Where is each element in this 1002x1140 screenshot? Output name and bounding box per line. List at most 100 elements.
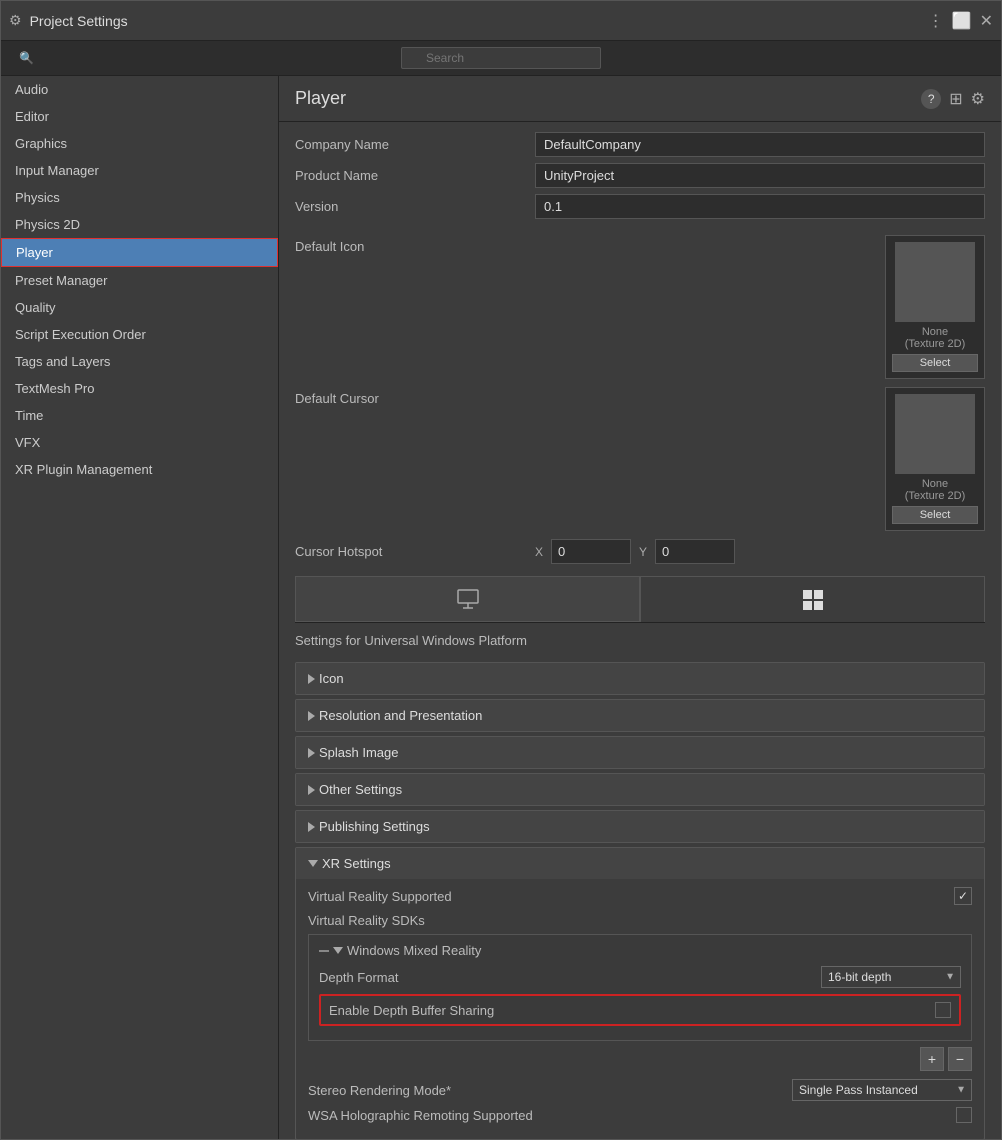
version-label: Version xyxy=(295,199,535,214)
cursor-hotspot-label: Cursor Hotspot xyxy=(295,544,535,559)
help-icon[interactable]: ? xyxy=(921,89,941,109)
default-cursor-section: Default Cursor None(Texture 2D) Select xyxy=(279,387,1001,531)
sidebar-item-player[interactable]: Player xyxy=(1,238,278,267)
maximize-icon[interactable]: ⬜ xyxy=(952,11,972,31)
version-row: Version xyxy=(295,194,985,219)
header-icons: ? ⊞ ⚙ xyxy=(921,89,985,109)
sidebar: Audio Editor Graphics Input Manager Phys… xyxy=(1,76,279,1139)
stereo-mode-select[interactable]: Single Pass Instanced Single Pass Multi … xyxy=(792,1079,972,1101)
resolution-section: Resolution and Presentation xyxy=(295,699,985,732)
sidebar-item-script-execution-order[interactable]: Script Execution Order xyxy=(1,321,278,348)
fields-section: Company Name Product Name Version xyxy=(279,122,1001,235)
icon-select-button[interactable]: Select xyxy=(892,354,978,372)
cursor-hotspot-row: Cursor Hotspot X Y xyxy=(279,539,1001,564)
other-settings-label: Other Settings xyxy=(319,782,402,797)
tab-uwp[interactable] xyxy=(640,576,985,622)
default-cursor-selector: None(Texture 2D) Select xyxy=(885,387,985,531)
xr-settings-label: XR Settings xyxy=(322,856,391,871)
platform-tabs xyxy=(295,576,985,623)
sidebar-item-time[interactable]: Time xyxy=(1,402,278,429)
company-name-input[interactable] xyxy=(535,132,985,157)
layout-icon[interactable]: ⊞ xyxy=(949,89,962,109)
remove-button[interactable]: − xyxy=(948,1047,972,1071)
add-button[interactable]: + xyxy=(920,1047,944,1071)
add-remove-buttons: + − xyxy=(308,1047,972,1071)
publishing-header[interactable]: Publishing Settings xyxy=(296,811,984,842)
wmr-section: Windows Mixed Reality Depth Format 16-bi… xyxy=(308,934,972,1041)
title-bar: ⚙ Project Settings ⋮ ⬜ ✕ xyxy=(1,1,1001,41)
cursor-none-text: None(Texture 2D) xyxy=(905,478,966,502)
sidebar-item-quality[interactable]: Quality xyxy=(1,294,278,321)
product-name-label: Product Name xyxy=(295,168,535,183)
stereo-dropdown-wrapper: Single Pass Instanced Single Pass Multi … xyxy=(792,1079,972,1101)
page-title: Player xyxy=(295,88,921,109)
resolution-arrow-icon xyxy=(308,711,315,721)
splash-section: Splash Image xyxy=(295,736,985,769)
company-name-row: Company Name xyxy=(295,132,985,157)
wsa-holographic-checkbox[interactable] xyxy=(956,1107,972,1123)
cursor-select-button[interactable]: Select xyxy=(892,506,978,524)
search-input[interactable] xyxy=(401,47,601,69)
vr-supported-checkbox[interactable]: ✓ xyxy=(954,887,972,905)
sidebar-item-physics-2d[interactable]: Physics 2D xyxy=(1,211,278,238)
depth-format-select[interactable]: 16-bit depth 24-bit depth None xyxy=(821,966,961,988)
sidebar-item-tags-and-layers[interactable]: Tags and Layers xyxy=(1,348,278,375)
xr-settings-header[interactable]: XR Settings xyxy=(296,848,984,879)
tab-standalone[interactable] xyxy=(295,576,640,622)
settings-icon[interactable]: ⚙ xyxy=(971,89,985,109)
company-name-label: Company Name xyxy=(295,137,535,152)
vr-supported-row: Virtual Reality Supported ✓ xyxy=(308,887,972,905)
gear-icon: ⚙ xyxy=(9,12,22,29)
content-area: Player ? ⊞ ⚙ Company Name Product Name xyxy=(279,76,1001,1139)
main-content: Audio Editor Graphics Input Manager Phys… xyxy=(1,76,1001,1139)
enable-depth-buffer-checkbox[interactable] xyxy=(935,1002,951,1018)
wmr-arrow-icon xyxy=(333,947,343,954)
sidebar-item-textmesh-pro[interactable]: TextMesh Pro xyxy=(1,375,278,402)
xr-content: Virtual Reality Supported ✓ Virtual Real… xyxy=(296,879,984,1139)
hotspot-x-input[interactable] xyxy=(551,539,631,564)
default-icon-selector: None(Texture 2D) Select xyxy=(885,235,985,379)
enable-depth-buffer-row: Enable Depth Buffer Sharing xyxy=(319,994,961,1026)
default-icon-label: Default Icon xyxy=(295,235,535,254)
wmr-header: Windows Mixed Reality xyxy=(319,943,961,958)
icon-arrow-icon xyxy=(308,674,315,684)
wsa-holographic-label: WSA Holographic Remoting Supported xyxy=(308,1108,956,1123)
window-title: Project Settings xyxy=(30,13,928,29)
stereo-mode-row: Stereo Rendering Mode* Single Pass Insta… xyxy=(308,1079,972,1101)
product-name-input[interactable] xyxy=(535,163,985,188)
other-settings-arrow-icon xyxy=(308,785,315,795)
search-bar: 🔍 xyxy=(1,41,1001,76)
project-settings-window: ⚙ Project Settings ⋮ ⬜ ✕ 🔍 Audio Editor … xyxy=(0,0,1002,1140)
resolution-header[interactable]: Resolution and Presentation xyxy=(296,700,984,731)
version-input[interactable] xyxy=(535,194,985,219)
depth-format-dropdown-wrapper: 16-bit depth 24-bit depth None ▼ xyxy=(821,966,961,988)
x-label: X xyxy=(535,545,543,559)
sidebar-item-preset-manager[interactable]: Preset Manager xyxy=(1,267,278,294)
other-settings-header[interactable]: Other Settings xyxy=(296,774,984,805)
vr-sdks-label: Virtual Reality SDKs xyxy=(308,913,972,928)
default-icon-section: Default Icon None(Texture 2D) Select xyxy=(279,235,1001,379)
close-icon[interactable]: ✕ xyxy=(980,11,993,31)
sidebar-item-vfx[interactable]: VFX xyxy=(1,429,278,456)
sidebar-item-input-manager[interactable]: Input Manager xyxy=(1,157,278,184)
xr-settings-section: XR Settings Virtual Reality Supported ✓ … xyxy=(295,847,985,1139)
sidebar-item-graphics[interactable]: Graphics xyxy=(1,130,278,157)
splash-arrow-icon xyxy=(308,748,315,758)
icon-preview-box xyxy=(895,242,975,322)
wmr-dash-icon xyxy=(319,950,329,952)
sidebar-item-editor[interactable]: Editor xyxy=(1,103,278,130)
sidebar-item-physics[interactable]: Physics xyxy=(1,184,278,211)
sidebar-item-audio[interactable]: Audio xyxy=(1,76,278,103)
sidebar-item-xr-plugin-management[interactable]: XR Plugin Management xyxy=(1,456,278,483)
splash-header[interactable]: Splash Image xyxy=(296,737,984,768)
enable-depth-buffer-label: Enable Depth Buffer Sharing xyxy=(329,1003,935,1018)
resolution-label: Resolution and Presentation xyxy=(319,708,482,723)
publishing-arrow-icon xyxy=(308,822,315,832)
more-options-icon[interactable]: ⋮ xyxy=(928,11,944,31)
hotspot-y-input[interactable] xyxy=(655,539,735,564)
publishing-label: Publishing Settings xyxy=(319,819,430,834)
product-name-row: Product Name xyxy=(295,163,985,188)
content-header: Player ? ⊞ ⚙ xyxy=(279,76,1001,122)
icon-collapsible-header[interactable]: Icon xyxy=(296,663,984,694)
depth-format-label: Depth Format xyxy=(319,970,821,985)
